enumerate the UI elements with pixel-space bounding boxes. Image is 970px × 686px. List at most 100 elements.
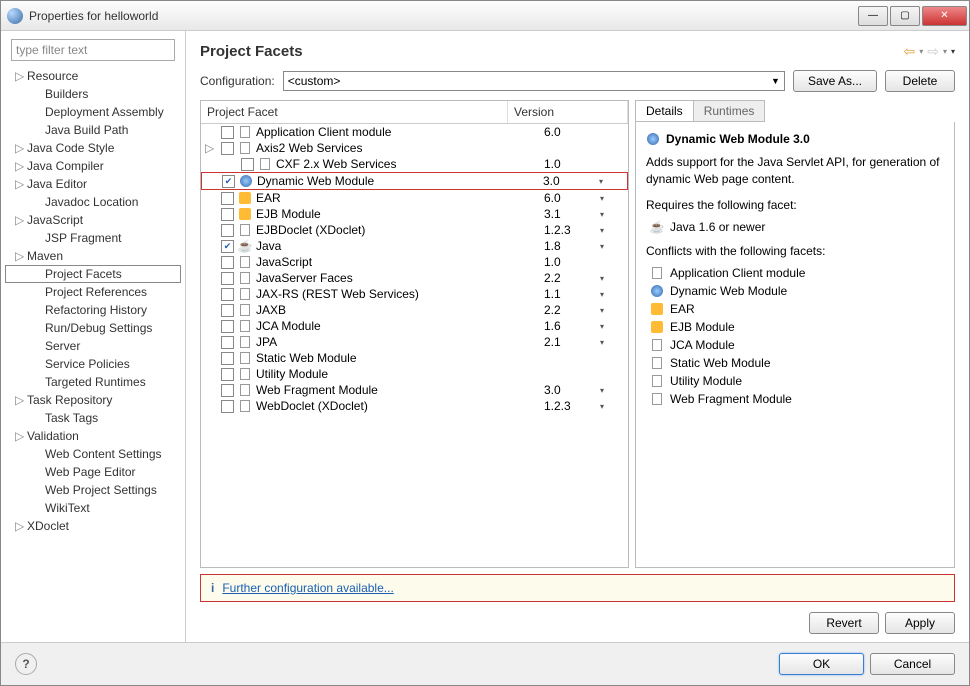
facet-row[interactable]: JAXB2.2▾ <box>201 302 628 318</box>
version-dropdown-icon[interactable]: ▾ <box>600 274 604 283</box>
facet-row[interactable]: ✔☕Java1.8▾ <box>201 238 628 254</box>
sidebar-item-run-debug-settings[interactable]: Run/Debug Settings <box>5 319 181 337</box>
facet-checkbox[interactable] <box>221 126 234 139</box>
further-config-link[interactable]: Further configuration available... <box>222 581 393 595</box>
version-dropdown-icon[interactable]: ▾ <box>600 226 604 235</box>
back-menu-icon[interactable]: ▾ <box>919 47 923 56</box>
sidebar-item-maven[interactable]: ▷Maven <box>5 247 181 265</box>
tab-details[interactable]: Details <box>635 100 694 122</box>
sidebar-item-java-compiler[interactable]: ▷Java Compiler <box>5 157 181 175</box>
facet-checkbox[interactable] <box>221 336 234 349</box>
version-dropdown-icon[interactable]: ▾ <box>600 402 604 411</box>
facet-row[interactable]: Utility Module <box>201 366 628 382</box>
facet-row[interactable]: WebDoclet (XDoclet)1.2.3▾ <box>201 398 628 414</box>
sidebar-item-server[interactable]: Server <box>5 337 181 355</box>
configuration-combo[interactable]: <custom> ▼ <box>283 71 785 91</box>
facet-row[interactable]: ✔Dynamic Web Module3.0▾ <box>201 172 628 190</box>
facet-checkbox[interactable]: ✔ <box>221 240 234 253</box>
forward-icon[interactable]: ⇨ <box>927 43 939 60</box>
sidebar-item-task-tags[interactable]: Task Tags <box>5 409 181 427</box>
column-facet[interactable]: Project Facet <box>201 101 508 123</box>
facet-row[interactable]: JavaScript1.0 <box>201 254 628 270</box>
back-icon[interactable]: ⇦ <box>903 43 915 60</box>
facet-checkbox[interactable] <box>221 256 234 269</box>
help-icon[interactable]: ? <box>15 653 37 675</box>
sidebar-item-java-build-path[interactable]: Java Build Path <box>5 121 181 139</box>
facet-checkbox[interactable] <box>221 208 234 221</box>
facet-row[interactable]: Web Fragment Module3.0▾ <box>201 382 628 398</box>
column-version[interactable]: Version <box>508 101 628 123</box>
sidebar-item-java-editor[interactable]: ▷Java Editor <box>5 175 181 193</box>
facet-row[interactable]: EJBDoclet (XDoclet)1.2.3▾ <box>201 222 628 238</box>
sidebar-item-refactoring-history[interactable]: Refactoring History <box>5 301 181 319</box>
facet-name: Application Client module <box>256 125 391 139</box>
facet-checkbox[interactable] <box>221 384 234 397</box>
revert-button[interactable]: Revert <box>809 612 879 634</box>
facet-checkbox[interactable] <box>221 142 234 155</box>
facet-checkbox[interactable] <box>221 400 234 413</box>
version-dropdown-icon[interactable]: ▾ <box>600 306 604 315</box>
close-button[interactable]: ✕ <box>922 6 967 26</box>
sidebar-item-label: JSP Fragment <box>45 231 121 245</box>
facet-row[interactable]: ▷Axis2 Web Services <box>201 140 628 156</box>
sidebar-item-resource[interactable]: ▷Resource <box>5 67 181 85</box>
facet-row[interactable]: Static Web Module <box>201 350 628 366</box>
version-dropdown-icon[interactable]: ▾ <box>600 386 604 395</box>
version-dropdown-icon[interactable]: ▾ <box>600 242 604 251</box>
sidebar-item-task-repository[interactable]: ▷Task Repository <box>5 391 181 409</box>
sidebar-item-service-policies[interactable]: Service Policies <box>5 355 181 373</box>
sidebar-item-project-facets[interactable]: Project Facets <box>5 265 181 283</box>
ok-button[interactable]: OK <box>779 653 864 675</box>
facet-checkbox[interactable] <box>221 352 234 365</box>
sidebar-item-builders[interactable]: Builders <box>5 85 181 103</box>
sidebar-item-targeted-runtimes[interactable]: Targeted Runtimes <box>5 373 181 391</box>
facet-checkbox[interactable] <box>221 304 234 317</box>
sidebar-item-javascript[interactable]: ▷JavaScript <box>5 211 181 229</box>
sidebar-item-deployment-assembly[interactable]: Deployment Assembly <box>5 103 181 121</box>
sidebar-item-wikitext[interactable]: WikiText <box>5 499 181 517</box>
sidebar-item-java-code-style[interactable]: ▷Java Code Style <box>5 139 181 157</box>
version-dropdown-icon[interactable]: ▾ <box>600 194 604 203</box>
facet-checkbox[interactable] <box>221 320 234 333</box>
facet-row[interactable]: JavaServer Faces2.2▾ <box>201 270 628 286</box>
sidebar-item-project-references[interactable]: Project References <box>5 283 181 301</box>
facet-checkbox[interactable] <box>221 288 234 301</box>
version-dropdown-icon[interactable]: ▾ <box>599 177 603 186</box>
sidebar-item-label: JavaScript <box>27 213 83 227</box>
cancel-button[interactable]: Cancel <box>870 653 955 675</box>
sidebar-item-web-page-editor[interactable]: Web Page Editor <box>5 463 181 481</box>
facet-row[interactable]: JCA Module1.6▾ <box>201 318 628 334</box>
filter-input[interactable]: type filter text <box>11 39 175 61</box>
save-as-button[interactable]: Save As... <box>793 70 877 92</box>
facet-checkbox[interactable]: ✔ <box>222 175 235 188</box>
sidebar-item-validation[interactable]: ▷Validation <box>5 427 181 445</box>
delete-button[interactable]: Delete <box>885 70 955 92</box>
menu-icon[interactable]: ▾ <box>951 47 955 56</box>
sidebar-item-web-project-settings[interactable]: Web Project Settings <box>5 481 181 499</box>
version-dropdown-icon[interactable]: ▾ <box>600 338 604 347</box>
facet-row[interactable]: JPA2.1▾ <box>201 334 628 350</box>
sidebar-item-jsp-fragment[interactable]: JSP Fragment <box>5 229 181 247</box>
sidebar-item-xdoclet[interactable]: ▷XDoclet <box>5 517 181 535</box>
version-dropdown-icon[interactable]: ▾ <box>600 210 604 219</box>
minimize-button[interactable]: — <box>858 6 888 26</box>
maximize-button[interactable]: ▢ <box>890 6 920 26</box>
apply-button[interactable]: Apply <box>885 612 955 634</box>
facet-checkbox[interactable] <box>221 368 234 381</box>
version-dropdown-icon[interactable]: ▾ <box>600 322 604 331</box>
version-dropdown-icon[interactable]: ▾ <box>600 290 604 299</box>
facet-row[interactable]: CXF 2.x Web Services1.0 <box>201 156 628 172</box>
facet-row[interactable]: EAR6.0▾ <box>201 190 628 206</box>
sidebar-item-javadoc-location[interactable]: Javadoc Location <box>5 193 181 211</box>
tab-runtimes[interactable]: Runtimes <box>693 100 766 122</box>
facet-name: Web Fragment Module <box>256 383 378 397</box>
facet-row[interactable]: Application Client module6.0 <box>201 124 628 140</box>
forward-menu-icon[interactable]: ▾ <box>943 47 947 56</box>
facet-checkbox[interactable] <box>221 272 234 285</box>
facet-row[interactable]: EJB Module3.1▾ <box>201 206 628 222</box>
facet-row[interactable]: JAX-RS (REST Web Services)1.1▾ <box>201 286 628 302</box>
facet-checkbox[interactable] <box>221 224 234 237</box>
facet-checkbox[interactable] <box>221 192 234 205</box>
sidebar-item-web-content-settings[interactable]: Web Content Settings <box>5 445 181 463</box>
facet-checkbox[interactable] <box>241 158 254 171</box>
